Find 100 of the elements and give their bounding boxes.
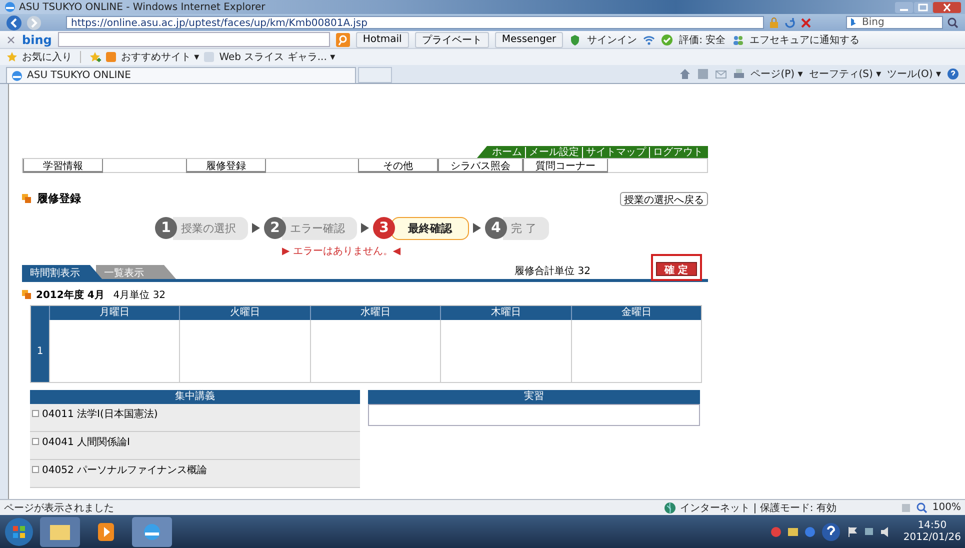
view-tab[interactable]: 時間割表示 bbox=[22, 265, 102, 279]
print-icon[interactable] bbox=[732, 68, 745, 80]
term-label: 2012年度 4月 bbox=[36, 288, 104, 302]
step-arrow-icon bbox=[252, 223, 260, 233]
close-icon[interactable] bbox=[6, 34, 16, 44]
mail-icon[interactable] bbox=[714, 68, 727, 80]
people-icon bbox=[732, 34, 744, 46]
search-icon[interactable] bbox=[947, 16, 959, 28]
heading-marker-icon bbox=[22, 194, 31, 203]
toolbar-button[interactable]: Hotmail bbox=[356, 32, 409, 48]
square-bullet-icon bbox=[32, 466, 39, 473]
term-marker-icon bbox=[22, 290, 31, 299]
nav-tab[interactable]: 学習情報 bbox=[23, 159, 103, 173]
square-bullet-icon bbox=[32, 438, 39, 445]
page-icon bbox=[105, 51, 117, 63]
star-icon bbox=[6, 51, 18, 63]
bing-logo: bing bbox=[22, 32, 52, 46]
day-header: 月曜日 bbox=[49, 306, 180, 320]
window-title: ASU TSUKYO ONLINE - Windows Internet Explorer bbox=[19, 2, 266, 12]
flag-icon[interactable] bbox=[846, 526, 858, 538]
notify-link[interactable]: エフセキュアに通知する bbox=[750, 32, 860, 46]
start-button[interactable] bbox=[4, 516, 34, 546]
header-link[interactable]: ログアウト bbox=[649, 146, 706, 158]
status-message: ▶ エラーはありません。◀ bbox=[282, 245, 402, 257]
step-number: 3 bbox=[373, 217, 395, 239]
total-units-label: 履修合計単位 32 bbox=[514, 264, 591, 279]
tab-title: ASU TSUKYO ONLINE bbox=[27, 70, 131, 81]
day-header: 火曜日 bbox=[179, 306, 310, 320]
help-icon[interactable] bbox=[821, 522, 842, 542]
nav-tab[interactable]: 履修登録 bbox=[186, 159, 266, 173]
back-button[interactable]: 授業の選択へ戻る bbox=[620, 192, 708, 206]
nav-tab[interactable]: 質問コーナー bbox=[523, 159, 608, 173]
zoom-level[interactable]: 100% bbox=[932, 502, 961, 513]
forward-icon[interactable] bbox=[26, 14, 42, 30]
back-icon[interactable] bbox=[6, 14, 22, 30]
check-icon bbox=[661, 34, 674, 46]
security-zone: インターネット | 保護モード: 有効 bbox=[680, 502, 836, 514]
stop-icon[interactable] bbox=[800, 16, 812, 28]
clock-time[interactable]: 14:50 bbox=[918, 520, 947, 532]
header-link[interactable]: サイトマップ bbox=[582, 146, 649, 158]
browser-icon bbox=[4, 1, 16, 13]
header-link[interactable]: メール設定 bbox=[525, 146, 582, 158]
course-name: 04052 パーソナルファイナンス概論 bbox=[42, 464, 207, 477]
step-number: 2 bbox=[264, 217, 286, 239]
day-header: 水曜日 bbox=[310, 306, 440, 320]
confirm-button[interactable]: 確 定 bbox=[656, 262, 697, 276]
day-header: 金曜日 bbox=[570, 306, 701, 320]
zoom-icon bbox=[916, 502, 928, 514]
command-menu[interactable]: ツール(O) ▾ bbox=[887, 67, 941, 81]
browser-icon[interactable] bbox=[132, 516, 172, 546]
nav-tab[interactable]: その他 bbox=[358, 159, 438, 173]
wifi-icon[interactable] bbox=[643, 34, 656, 46]
page-heading: 履修登録 bbox=[37, 191, 81, 206]
square-bullet-icon bbox=[32, 410, 39, 417]
maximize-icon[interactable] bbox=[914, 2, 932, 12]
step-number: 4 bbox=[485, 217, 507, 239]
page-icon bbox=[203, 51, 216, 63]
nav-tab[interactable]: シラバス照会 bbox=[438, 159, 523, 173]
rating-label[interactable]: 評価: 安全 bbox=[679, 32, 726, 46]
browser-icon bbox=[11, 70, 23, 82]
step-label: エラー確認 bbox=[282, 216, 357, 240]
refresh-icon[interactable] bbox=[784, 16, 796, 28]
step-arrow-icon bbox=[361, 223, 369, 233]
search-icon[interactable] bbox=[336, 32, 350, 46]
day-header: 木曜日 bbox=[440, 306, 571, 320]
toolbar-button[interactable]: プライベート bbox=[414, 32, 489, 48]
step-label: 最終確認 bbox=[391, 216, 469, 240]
search-field[interactable]: Bing bbox=[846, 16, 943, 29]
clock-date[interactable]: 2012/01/26 bbox=[903, 532, 961, 544]
header-corner bbox=[31, 306, 49, 320]
course-name: 04041 人間関係論Ⅰ bbox=[42, 436, 130, 449]
step-label: 完 了 bbox=[503, 216, 548, 240]
globe-icon bbox=[664, 502, 676, 514]
bing-search-field[interactable] bbox=[58, 32, 330, 47]
practicum-header: 実習 bbox=[368, 390, 700, 404]
add-favorite-icon[interactable] bbox=[89, 51, 101, 63]
command-menu[interactable]: ページ(P) ▾ bbox=[750, 67, 803, 81]
step-arrow-icon bbox=[473, 223, 481, 233]
intensive-header: 集中講義 bbox=[30, 390, 360, 404]
period-header: 1 bbox=[31, 320, 49, 382]
sign-in-link[interactable]: サインイン bbox=[587, 32, 638, 46]
term-units-label: 4月単位 32 bbox=[113, 288, 166, 302]
shield-icon bbox=[569, 34, 582, 46]
address-field[interactable]: https://online.asu.ac.jp/uptest/faces/up/km/Kmb00801A.jsp bbox=[66, 16, 764, 29]
favorite-link[interactable]: Web スライス ギャラ... ▾ bbox=[219, 50, 336, 64]
lock-icon bbox=[768, 16, 780, 28]
step-label: 授業の選択 bbox=[173, 216, 248, 240]
minimize-icon[interactable] bbox=[895, 2, 913, 12]
step-number: 1 bbox=[155, 217, 177, 239]
header-link[interactable]: ホーム bbox=[489, 146, 525, 158]
favorite-link[interactable]: おすすめサイト ▾ bbox=[121, 50, 200, 64]
favorites-button[interactable]: お気に入り bbox=[22, 50, 72, 64]
close-icon[interactable] bbox=[933, 2, 961, 12]
command-menu[interactable]: セーフティ(S) ▾ bbox=[808, 67, 882, 81]
folder-icon[interactable] bbox=[40, 516, 80, 546]
browser-tab[interactable]: ASU TSUKYO ONLINE bbox=[6, 67, 356, 83]
toolbar-button[interactable]: Messenger bbox=[494, 32, 564, 48]
status-text: ページが表示されました bbox=[4, 502, 114, 514]
home-icon[interactable] bbox=[678, 68, 691, 80]
course-name: 04011 法学Ⅰ(日本国憲法) bbox=[42, 408, 158, 421]
